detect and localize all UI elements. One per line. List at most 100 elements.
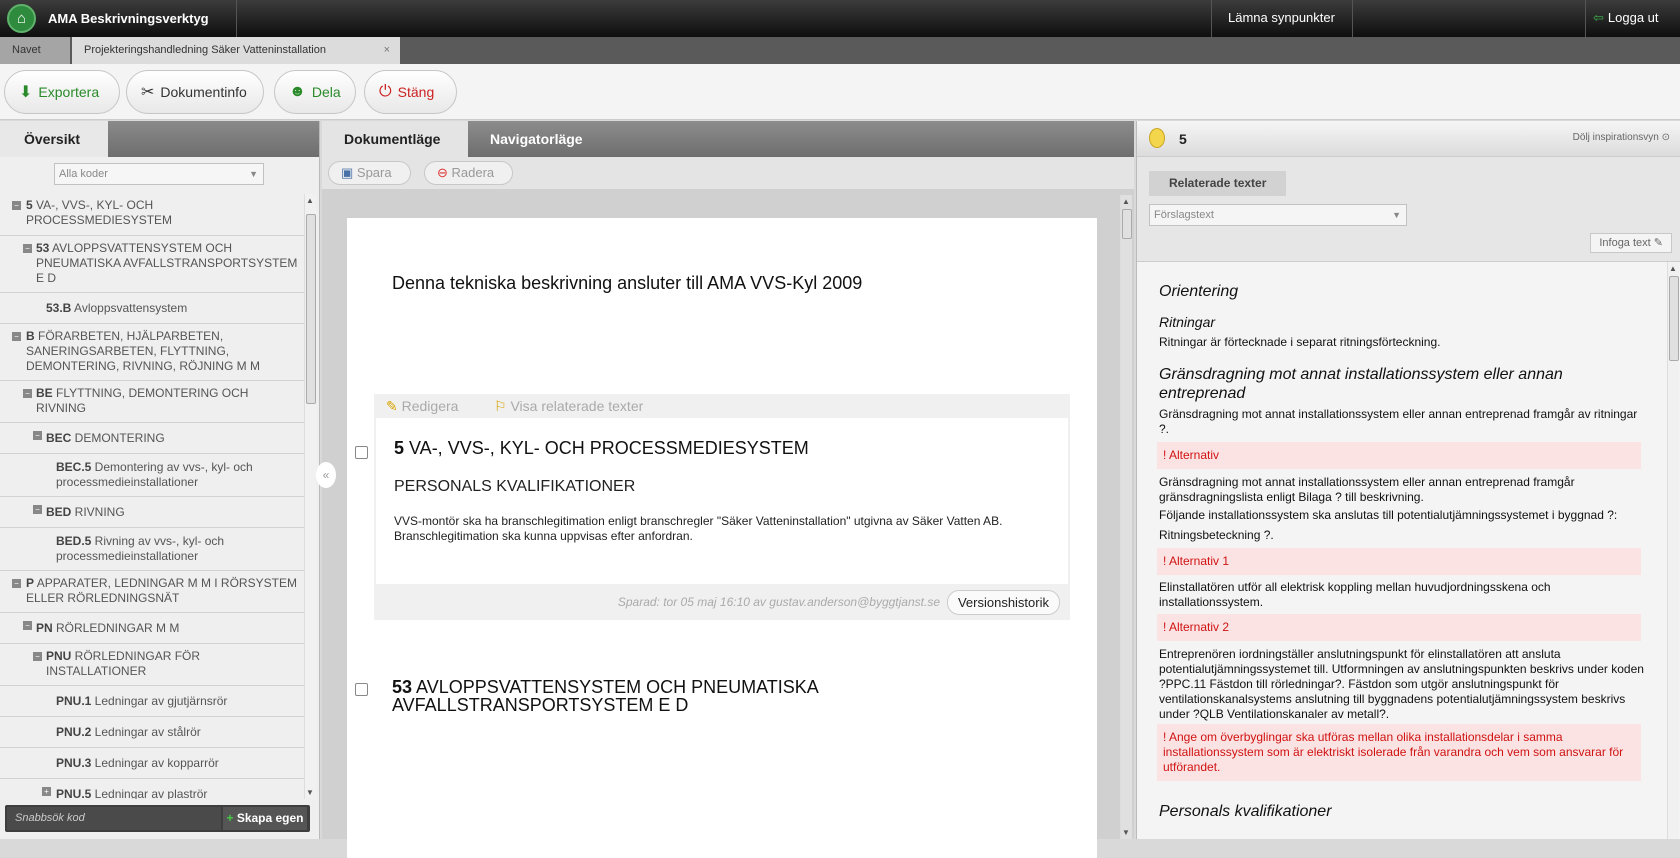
tree-item[interactable]: − BED RIVNING [0, 497, 304, 528]
scroll-thumb[interactable] [1122, 209, 1132, 239]
tab-navigator-mode[interactable]: Navigatorläge [468, 121, 605, 157]
collapse-panel-icon[interactable]: « [316, 462, 336, 488]
tab-document[interactable]: Projekteringshandledning Säker Vattenins… [72, 37, 400, 64]
expand-icon[interactable]: + [42, 787, 51, 796]
feedback-link[interactable]: Lämna synpunkter [1228, 10, 1335, 25]
hide-inspiration-label: Dölj inspirationsvyn [1572, 132, 1659, 143]
divider [1352, 0, 1353, 37]
tree-item[interactable]: − BE FLYTTNING, DEMONTERING OCH RIVNING [0, 381, 304, 423]
collapse-icon[interactable]: − [23, 389, 32, 398]
tree-item[interactable]: PNU.2 Ledningar av stålrör [0, 717, 304, 748]
tree-scrollbar[interactable]: ▲ ▼ [304, 194, 316, 799]
document-page: Denna tekniska beskrivning ansluter till… [347, 218, 1097, 858]
document-panel: Dokumentläge Navigatorläge ▣ Spara ⊖ Rad… [322, 121, 1134, 858]
paragraph: Entreprenören iordningställer anslutning… [1159, 647, 1644, 721]
tab-navet[interactable]: Navet [0, 37, 70, 64]
tree-item[interactable]: + PNU.5 Ledningar av plaströr [0, 779, 304, 799]
section-code: 53 [392, 677, 413, 697]
logout-button[interactable]: ⇦ Logga ut [1593, 10, 1659, 26]
arrow-right-circle-icon: ⊙ [1661, 132, 1670, 143]
section-checkbox[interactable] [355, 683, 368, 696]
paragraph: Följande installationssystem ska ansluta… [1159, 508, 1618, 522]
document-section: ✎ Redigera ⚐ Visa relaterade texter 5 VA… [374, 394, 1070, 620]
tree-item[interactable]: −5 VA-, VVS-, KYL- OCH PROCESSMEDIESYSTE… [0, 194, 304, 236]
tree-item[interactable]: − PNU RÖRLEDNINGAR FÖR INSTALLATIONER [0, 644, 304, 686]
share-button[interactable]: ☻ Dela [274, 70, 356, 114]
tree-item-label: AVLOPPSVATTENSYSTEM OCH PNEUMATISKA AVFA… [36, 241, 298, 285]
code-filter-select[interactable]: Alla koder ▼ [54, 163, 264, 185]
show-related-button[interactable]: ⚐ Visa relaterade texter [494, 398, 643, 415]
document-tabs: Navet Projekteringshandledning Säker Vat… [0, 37, 1680, 64]
create-own-button[interactable]: + Skapa egen [223, 807, 307, 830]
home-icon[interactable]: ⌂ [7, 4, 36, 33]
related-texts-content: Orientering Ritningar Ritningar är förte… [1137, 261, 1680, 839]
close-tab-icon[interactable]: × [384, 37, 390, 64]
tree-item[interactable]: 53.B Avloppsvattensystem [0, 293, 304, 324]
show-related-label: Visa relaterade texter [510, 398, 644, 414]
tree-item[interactable]: BEC.5 Demontering av vvs-, kyl- och proc… [0, 454, 304, 497]
tree-item[interactable]: PNU.3 Ledningar av kopparrör [0, 748, 304, 779]
collapse-icon[interactable]: − [12, 201, 21, 210]
collapse-icon[interactable]: − [23, 621, 32, 630]
collapse-icon[interactable]: − [33, 652, 42, 661]
save-button[interactable]: ▣ Spara [328, 161, 411, 185]
scroll-down-icon[interactable]: ▼ [306, 788, 314, 797]
tab-related-texts[interactable]: Relaterade texter [1149, 171, 1287, 196]
hide-inspiration-button[interactable]: Dölj inspirationsvyn ⊙ [1573, 132, 1670, 143]
collapse-icon[interactable]: − [23, 244, 32, 253]
insert-text-button[interactable]: Infoga text ✎ [1590, 233, 1672, 253]
text-type-select[interactable]: Förslagstext ▼ [1149, 204, 1407, 226]
tree-item[interactable]: BED.5 Rivning av vvs-, kyl- och processm… [0, 528, 304, 571]
tree-item[interactable]: − PN RÖRLEDNINGAR M M [0, 613, 304, 644]
collapse-icon[interactable]: − [33, 505, 42, 514]
section-body: 5 VA-, VVS-, KYL- OCH PROCESSMEDIESYSTEM… [376, 418, 1068, 584]
section-checkbox[interactable] [355, 446, 368, 459]
collapse-icon[interactable]: − [33, 431, 42, 440]
paragraph: Ritningar är förtecknade i separat ritni… [1159, 335, 1441, 349]
tools-icon: ✂ [141, 84, 155, 101]
collapse-icon[interactable]: − [12, 579, 21, 588]
scroll-up-icon[interactable]: ▲ [306, 196, 314, 205]
scroll-down-icon[interactable]: ▼ [1122, 828, 1130, 837]
section-heading: 5 VA-, VVS-, KYL- OCH PROCESSMEDIESYSTEM [394, 438, 809, 459]
overview-tabs: Översikt [0, 121, 319, 157]
tree-item[interactable]: − B FÖRARBETEN, HJÄLPARBETEN, SANERINGSAR… [0, 324, 304, 381]
users-icon: ☻ [289, 83, 306, 100]
version-history-button[interactable]: Versionshistorik [946, 590, 1060, 615]
code-tree: −5 VA-, VVS-, KYL- OCH PROCESSMEDIESYSTE… [0, 194, 304, 799]
plus-icon: + [226, 811, 237, 825]
top-bar: ⌂ AMA Beskrivningsverktyg Lämna synpunkt… [0, 0, 1680, 37]
tab-document-label: Projekteringshandledning Säker Vattenins… [84, 44, 326, 56]
alternative-note: ! Alternativ 2 [1157, 614, 1641, 641]
export-button[interactable]: ⬇ Exportera [4, 70, 120, 114]
close-label: Stäng [397, 84, 435, 100]
scroll-thumb[interactable] [1669, 276, 1679, 361]
collapse-icon[interactable]: − [12, 332, 21, 341]
tree-item-label: FÖRARBETEN, HJÄLPARBETEN, SANERINGSARBET… [26, 329, 260, 373]
quick-search-input[interactable]: Snabbsök kod [7, 807, 221, 830]
delete-button[interactable]: ⊖ Radera [424, 161, 514, 185]
section-title: AVLOPPSVATTENSYSTEM OCH PNEUMATISKA AVFA… [392, 677, 818, 715]
document-scrollbar[interactable]: ▲ ▼ [1120, 195, 1132, 839]
tree-item-code: P [26, 576, 35, 590]
lightbulb-icon [1149, 128, 1165, 148]
docinfo-button[interactable]: ✂ Dokumentinfo [126, 70, 264, 114]
close-document-button[interactable]: ⏻ Stäng [364, 70, 457, 114]
paragraph: Elinstallatören utför all elektrisk kopp… [1159, 580, 1551, 609]
tree-item[interactable]: −53 AVLOPPSVATTENSYSTEM OCH PNEUMATISKA … [0, 236, 304, 293]
tree-item[interactable]: PNU.1 Ledningar av gjutjärnsrör [0, 686, 304, 717]
document-title: Denna tekniska beskrivning ansluter till… [392, 273, 863, 293]
save-icon: ▣ [341, 165, 357, 180]
tree-item[interactable]: − BEC DEMONTERING [0, 423, 304, 454]
tree-item-code: BED [46, 505, 72, 519]
heading: Gränsdragning mot annat installationssys… [1159, 366, 1563, 402]
scroll-thumb[interactable] [306, 214, 316, 404]
tab-document-mode[interactable]: Dokumentläge [322, 121, 468, 157]
bulb-icon: ⚐ [494, 398, 511, 414]
scroll-up-icon[interactable]: ▲ [1669, 264, 1677, 273]
edit-button[interactable]: ✎ Redigera [386, 398, 458, 415]
scroll-up-icon[interactable]: ▲ [1122, 197, 1130, 206]
related-scrollbar[interactable]: ▲ [1667, 262, 1679, 839]
tab-overview[interactable]: Översikt [0, 121, 108, 157]
tree-item[interactable]: − P APPARATER, LEDNINGAR M M I RÖRSYSTEM … [0, 571, 304, 613]
